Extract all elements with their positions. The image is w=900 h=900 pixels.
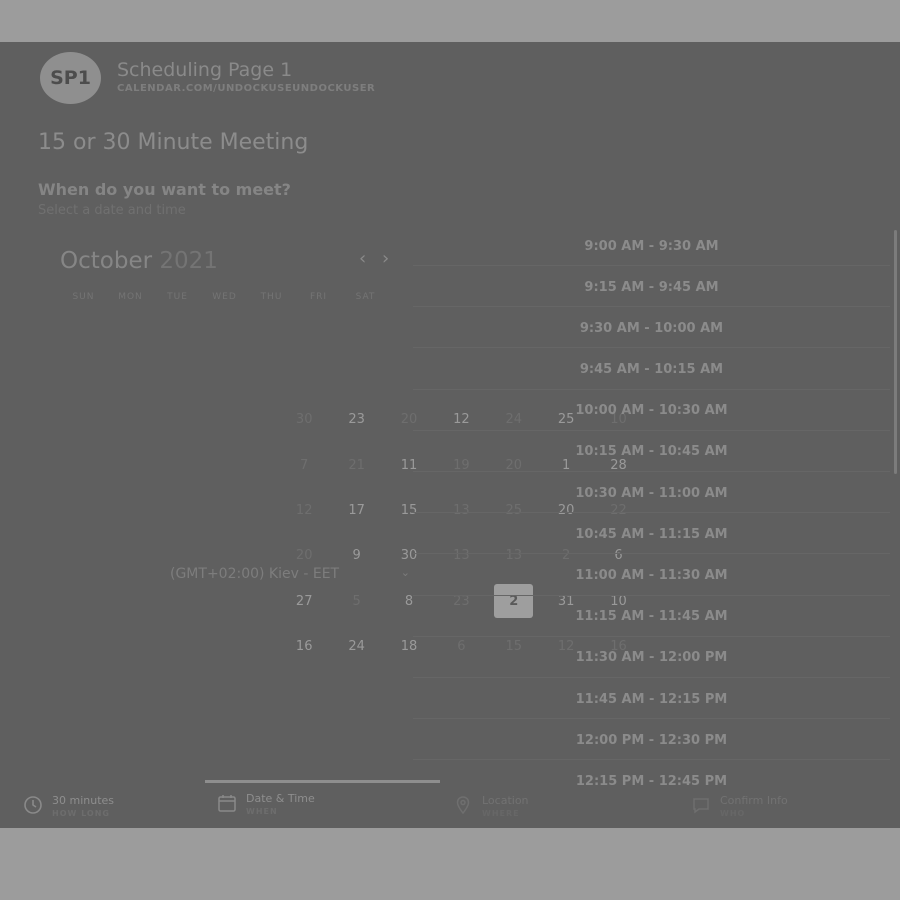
step-duration[interactable]: 30 minutes HOW LONG: [22, 794, 114, 818]
time-slot-button[interactable]: 11:15 AM - 11:45 AM: [413, 598, 890, 637]
step-subtitle: WHEN: [246, 807, 278, 816]
time-slot-button[interactable]: 10:30 AM - 11:00 AM: [413, 474, 890, 514]
step-date-time[interactable]: Date & Time WHEN: [216, 792, 315, 816]
calendar-day[interactable]: 7: [278, 442, 330, 487]
calendar-day-number: 12: [295, 502, 313, 518]
time-slot-button[interactable]: 12:00 PM - 12:30 PM: [413, 721, 890, 761]
avatar-initials: SP1: [50, 67, 91, 89]
avatar: SP1: [40, 52, 101, 104]
weekday-label: SAT: [355, 292, 376, 302]
location-pin-icon: [456, 796, 470, 815]
time-slot-button[interactable]: 9:15 AM - 9:45 AM: [413, 268, 890, 308]
calendar-day[interactable]: 12: [278, 488, 330, 533]
calendar-day-number: 5: [352, 593, 361, 609]
calendar-day[interactable]: 5: [330, 579, 382, 624]
time-slot-button[interactable]: 11:30 AM - 12:00 PM: [413, 639, 890, 678]
weekday-label: FRI: [309, 292, 328, 302]
active-step-indicator: [205, 780, 440, 783]
calendar-day-number: 23: [348, 412, 365, 428]
calendar-day-number: 17: [348, 502, 365, 518]
calendar-day-number: 30: [295, 412, 313, 428]
step-confirm-info[interactable]: Confirm Info WHO: [690, 794, 788, 818]
calendar-day[interactable]: 16: [278, 624, 330, 669]
calendar-day-number: 20: [295, 548, 313, 564]
step-title: 30 minutes: [52, 794, 115, 807]
calendar-day[interactable]: 30: [278, 397, 330, 442]
calendar-day-number: 16: [295, 639, 313, 655]
calendar-icon: [218, 795, 236, 812]
time-slot-button[interactable]: 11:00 AM - 11:30 AM: [413, 557, 890, 596]
step-subtitle: HOW LONG: [52, 809, 110, 818]
weekday-label: SUN: [72, 292, 95, 302]
calendar-day[interactable]: 21: [330, 442, 382, 487]
chevron-left-icon[interactable]: ‹: [359, 248, 366, 269]
meeting-title: 15 or 30 Minute Meeting: [38, 130, 309, 155]
chevron-right-icon[interactable]: ›: [382, 248, 389, 269]
page-name: Scheduling Page 1: [117, 59, 293, 81]
time-list-scrollbar[interactable]: [894, 230, 897, 474]
time-slot-button[interactable]: 11:45 AM - 12:15 PM: [413, 680, 890, 720]
clock-icon: [24, 796, 42, 814]
page-url: CALENDAR.COM/UNDOCKUSEUNDOCKUSER: [117, 83, 376, 94]
calendar-day[interactable]: 17: [330, 488, 382, 533]
calendar-day[interactable]: 9: [330, 533, 382, 578]
step-title: Confirm Info: [720, 794, 788, 807]
time-slot-button[interactable]: 10:00 AM - 10:30 AM: [413, 392, 890, 431]
calendar-month-label: October 2021: [60, 248, 218, 274]
progress-steps: 30 minutes HOW LONG Date & Time WHEN Loc…: [0, 780, 900, 828]
time-slot-list[interactable]: 9:00 AM - 9:30 AM 9:15 AM - 9:45 AM 9:30 A…: [413, 227, 890, 787]
when-heading: When do you want to meet?: [38, 180, 291, 199]
when-subheading: Select a date and time: [38, 203, 186, 218]
weekday-label: THU: [260, 292, 283, 302]
calendar-day-number: 8: [404, 593, 414, 609]
time-slot-button[interactable]: 10:45 AM - 11:15 AM: [413, 515, 890, 555]
time-slot-button[interactable]: 10:15 AM - 10:45 AM: [413, 433, 890, 472]
weekday-label: WED: [212, 292, 237, 302]
calendar-day-number: 7: [300, 457, 309, 473]
calendar-day-number: 27: [295, 593, 313, 609]
calendar-day-number: 21: [348, 457, 365, 473]
time-slot-button[interactable]: 9:00 AM - 9:30 AM: [413, 227, 890, 266]
step-subtitle: WHO: [720, 809, 746, 818]
weekday-label: TUE: [167, 292, 188, 302]
step-location[interactable]: Location WHERE: [452, 794, 529, 818]
calendar-year: 2021: [159, 248, 218, 274]
calendar-day-number: 9: [352, 548, 361, 564]
weekday-label: MON: [118, 292, 143, 302]
time-slot-button[interactable]: 9:45 AM - 10:15 AM: [413, 351, 890, 390]
message-icon: [693, 798, 709, 814]
calendar-day[interactable]: 20: [278, 533, 330, 578]
calendar-month: October: [60, 248, 153, 274]
step-subtitle: WHERE: [482, 809, 520, 818]
weekday-header: SUN MON TUE WED THU FRI SAT: [60, 292, 389, 302]
time-slot-button[interactable]: 9:30 AM - 10:00 AM: [413, 309, 890, 349]
calendar-day-number: 24: [348, 639, 365, 655]
step-title: Location: [482, 794, 529, 807]
step-title: Date & Time: [246, 792, 315, 805]
calendar-day[interactable]: 23: [330, 397, 382, 442]
calendar-day[interactable]: 24: [330, 624, 382, 669]
scheduling-panel: SP1 Scheduling Page 1 CALENDAR.COM/UNDOC…: [0, 42, 900, 828]
calendar-day[interactable]: 27: [278, 579, 330, 624]
